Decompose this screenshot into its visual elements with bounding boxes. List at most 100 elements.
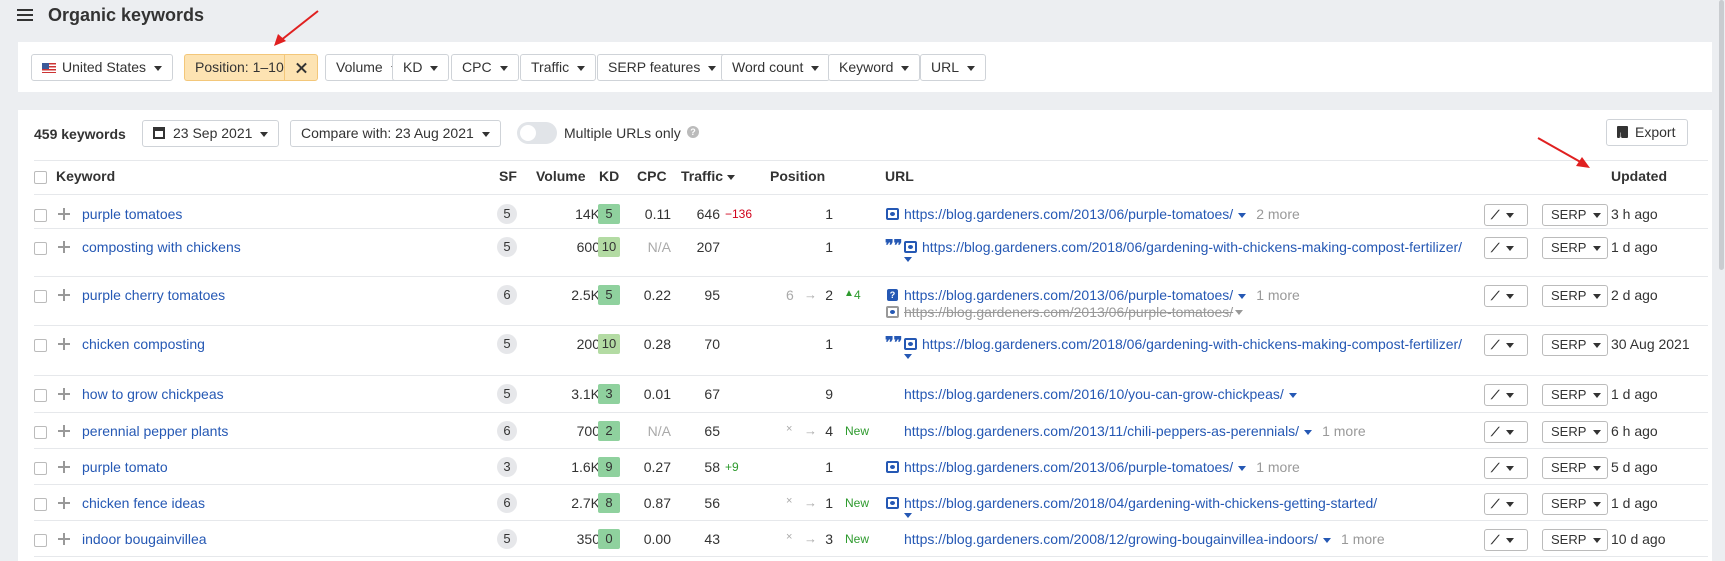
position-history-button[interactable]: ⟋ bbox=[1484, 457, 1528, 479]
clear-position-filter-button[interactable] bbox=[284, 54, 318, 81]
url-dropdown-icon[interactable] bbox=[1323, 537, 1332, 543]
result-url-text[interactable]: https://blog.gardeners.com/2016/10/you-c… bbox=[904, 386, 1284, 402]
result-url-text[interactable]: https://blog.gardeners.com/2008/12/growi… bbox=[904, 531, 1318, 547]
add-to-list-icon[interactable] bbox=[58, 208, 70, 220]
result-url[interactable]: https://blog.gardeners.com/2018/06/garde… bbox=[922, 239, 1462, 255]
cpc-filter[interactable]: CPC bbox=[451, 54, 519, 81]
url-dropdown-icon[interactable] bbox=[904, 513, 912, 518]
url-dropdown-icon[interactable] bbox=[1238, 293, 1247, 299]
url-dropdown-icon[interactable] bbox=[1238, 212, 1247, 218]
col-url[interactable]: URL bbox=[885, 168, 914, 192]
url-dropdown-icon[interactable] bbox=[904, 354, 912, 359]
sf-count[interactable]: 5 bbox=[497, 384, 517, 404]
row-checkbox[interactable] bbox=[34, 290, 47, 303]
serp-button[interactable]: SERP bbox=[1542, 529, 1608, 551]
serp-button[interactable]: SERP bbox=[1542, 334, 1608, 356]
result-url[interactable]: https://blog.gardeners.com/2013/06/purpl… bbox=[904, 459, 1300, 475]
keyword-link[interactable]: purple tomato bbox=[82, 459, 168, 475]
result-url[interactable]: https://blog.gardeners.com/2018/06/garde… bbox=[922, 336, 1462, 352]
compare-date-picker[interactable]: Compare with: 23 Aug 2021 bbox=[290, 120, 501, 147]
result-url[interactable]: https://blog.gardeners.com/2018/04/garde… bbox=[904, 495, 1377, 511]
more-urls-link[interactable]: 1 more bbox=[1341, 531, 1385, 547]
more-urls-link[interactable]: 1 more bbox=[1322, 423, 1366, 439]
row-checkbox[interactable] bbox=[34, 389, 47, 402]
url-dropdown-icon[interactable] bbox=[1238, 465, 1247, 471]
add-to-list-icon[interactable] bbox=[58, 241, 70, 253]
add-to-list-icon[interactable] bbox=[58, 388, 70, 400]
serp-button[interactable]: SERP bbox=[1542, 384, 1608, 406]
keyword-link[interactable]: chicken composting bbox=[82, 336, 205, 352]
result-url[interactable]: https://blog.gardeners.com/2013/06/purpl… bbox=[904, 287, 1300, 303]
sf-count[interactable]: 6 bbox=[497, 493, 517, 513]
col-cpc[interactable]: CPC bbox=[637, 168, 667, 192]
position-history-button[interactable]: ⟋ bbox=[1484, 204, 1528, 226]
result-url[interactable]: https://blog.gardeners.com/2013/06/purpl… bbox=[904, 206, 1300, 222]
sf-count[interactable]: 5 bbox=[497, 334, 517, 354]
sf-count[interactable]: 3 bbox=[497, 457, 517, 477]
more-urls-link[interactable]: 1 more bbox=[1256, 287, 1300, 303]
serp-button[interactable]: SERP bbox=[1542, 421, 1608, 443]
row-checkbox[interactable] bbox=[34, 534, 47, 547]
keyword-link[interactable]: how to grow chickpeas bbox=[82, 386, 224, 402]
url-dropdown-icon[interactable] bbox=[904, 257, 912, 262]
col-position[interactable]: Position bbox=[770, 168, 825, 192]
row-checkbox[interactable] bbox=[34, 339, 47, 352]
row-checkbox[interactable] bbox=[34, 462, 47, 475]
add-to-list-icon[interactable] bbox=[58, 533, 70, 545]
position-history-button[interactable]: ⟋ bbox=[1484, 529, 1528, 551]
help-icon[interactable]: ? bbox=[687, 126, 699, 138]
word-count-filter[interactable]: Word count bbox=[721, 54, 831, 81]
result-url[interactable]: https://blog.gardeners.com/2008/12/growi… bbox=[904, 531, 1385, 547]
add-to-list-icon[interactable] bbox=[58, 425, 70, 437]
position-filter[interactable]: Position: 1–10 bbox=[184, 54, 284, 81]
select-all-checkbox[interactable] bbox=[34, 171, 47, 184]
result-url-text[interactable]: https://blog.gardeners.com/2013/06/purpl… bbox=[904, 287, 1233, 303]
more-urls-link[interactable]: 1 more bbox=[1256, 459, 1300, 475]
result-url[interactable]: https://blog.gardeners.com/2016/10/you-c… bbox=[904, 386, 1297, 402]
result-url-text[interactable]: https://blog.gardeners.com/2013/06/purpl… bbox=[904, 459, 1233, 475]
position-history-button[interactable]: ⟋ bbox=[1484, 421, 1528, 443]
sf-count[interactable]: 5 bbox=[497, 204, 517, 224]
add-to-list-icon[interactable] bbox=[58, 338, 70, 350]
menu-icon[interactable] bbox=[17, 8, 33, 22]
add-to-list-icon[interactable] bbox=[58, 461, 70, 473]
position-history-button[interactable]: ⟋ bbox=[1484, 237, 1528, 259]
serp-button[interactable]: SERP bbox=[1542, 237, 1608, 259]
col-sf[interactable]: SF bbox=[499, 168, 517, 192]
col-kd[interactable]: KD bbox=[599, 168, 619, 192]
url-dropdown-icon[interactable] bbox=[1304, 429, 1313, 435]
serp-features-filter[interactable]: SERP features bbox=[597, 54, 728, 81]
col-keyword[interactable]: Keyword bbox=[56, 168, 115, 192]
col-volume[interactable]: Volume bbox=[536, 168, 586, 192]
serp-button[interactable]: SERP bbox=[1542, 285, 1608, 307]
country-filter[interactable]: United States bbox=[31, 54, 174, 81]
result-url-text[interactable]: https://blog.gardeners.com/2013/11/chili… bbox=[904, 423, 1299, 439]
row-checkbox[interactable] bbox=[34, 498, 47, 511]
sf-count[interactable]: 5 bbox=[497, 237, 517, 257]
position-history-button[interactable]: ⟋ bbox=[1484, 334, 1528, 356]
result-url-text[interactable]: https://blog.gardeners.com/2013/06/purpl… bbox=[904, 206, 1233, 222]
traffic-filter[interactable]: Traffic bbox=[520, 54, 597, 81]
export-button[interactable]: Export bbox=[1606, 119, 1689, 148]
url-filter[interactable]: URL bbox=[920, 54, 987, 81]
result-url[interactable]: https://blog.gardeners.com/2013/11/chili… bbox=[904, 423, 1366, 439]
result-url-text[interactable]: https://blog.gardeners.com/2018/06/garde… bbox=[922, 336, 1462, 352]
col-traffic[interactable]: Traffic bbox=[681, 168, 736, 192]
add-to-list-icon[interactable] bbox=[58, 289, 70, 301]
url-dropdown-icon[interactable] bbox=[1235, 310, 1243, 315]
row-checkbox[interactable] bbox=[34, 209, 47, 222]
sf-count[interactable]: 6 bbox=[497, 285, 517, 305]
sf-count[interactable]: 5 bbox=[497, 529, 517, 549]
scrollbar[interactable] bbox=[1719, 0, 1725, 561]
result-url-text[interactable]: https://blog.gardeners.com/2018/04/garde… bbox=[904, 495, 1377, 511]
date-picker[interactable]: 23 Sep 2021 bbox=[142, 120, 280, 147]
add-to-list-icon[interactable] bbox=[58, 497, 70, 509]
col-updated[interactable]: Updated bbox=[1611, 168, 1667, 192]
row-checkbox[interactable] bbox=[34, 426, 47, 439]
position-history-button[interactable]: ⟋ bbox=[1484, 384, 1528, 406]
keyword-link[interactable]: composting with chickens bbox=[82, 239, 241, 255]
kd-filter[interactable]: KD bbox=[392, 54, 450, 81]
row-checkbox[interactable] bbox=[34, 242, 47, 255]
keyword-link[interactable]: indoor bougainvillea bbox=[82, 531, 207, 547]
serp-button[interactable]: SERP bbox=[1542, 204, 1608, 226]
